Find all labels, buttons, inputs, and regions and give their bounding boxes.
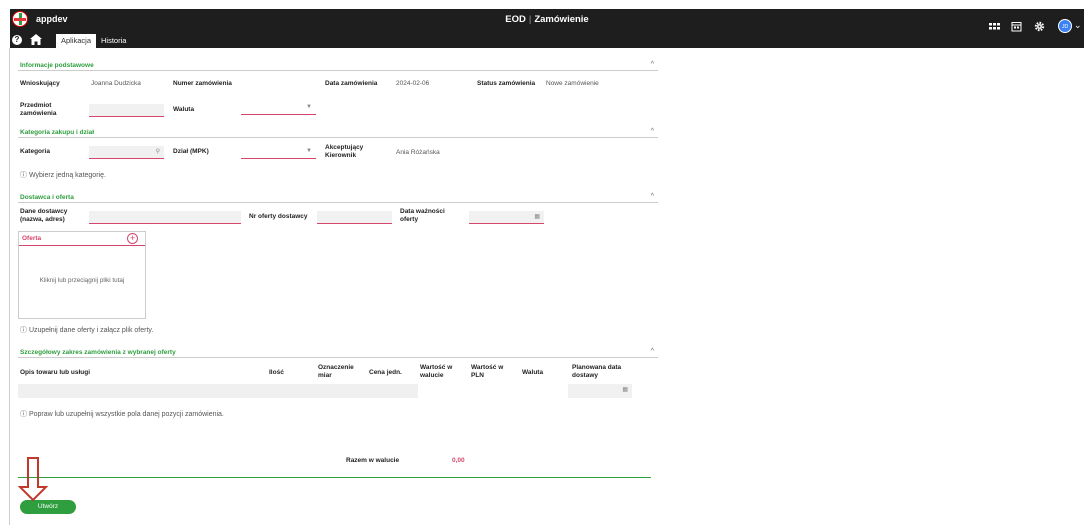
dzial-select[interactable]: ▼: [241, 146, 316, 159]
nr-oferty-label: Nr oferty dostawcy: [249, 213, 308, 220]
akceptujacy-value: Ania Różańska: [396, 149, 440, 156]
data-waznosci-label-line1: Data ważności: [400, 208, 445, 215]
section-title: Szczegółowy zakres zamówienia z wybranej…: [20, 349, 176, 356]
col-wartosc-pln-line1: Wartość w: [471, 364, 504, 371]
create-button[interactable]: Utwórz: [20, 500, 76, 514]
search-icon[interactable]: ⚲: [156, 148, 160, 155]
col-ilosc-text: Ilość: [269, 369, 284, 376]
razem-label: Razem w walucie: [346, 457, 400, 464]
col-waluta: Waluta: [522, 369, 543, 377]
akceptujacy-label: Akceptujący Kierownik: [325, 144, 363, 160]
section-category[interactable]: Kategoria zakupu i dział ^: [18, 128, 658, 138]
chevron-up-icon[interactable]: ^: [651, 61, 654, 68]
supplier-note: ⓘ Uzupełnij dane oferty i załącz plik of…: [20, 327, 154, 334]
razem-value: 0,00: [452, 457, 465, 464]
data-waznosci-input[interactable]: ▦: [469, 211, 544, 224]
add-circle-icon[interactable]: +: [127, 233, 138, 244]
col-wartosc-waluta-line2: walucie: [420, 372, 444, 379]
kategoria-input[interactable]: ⚲: [89, 146, 164, 159]
przedmiot-label-line1: Przedmiot: [20, 102, 52, 109]
status-zamowienia-label: Status zamówienia: [477, 80, 536, 87]
przedmiot-label: Przedmiot zamówienia: [20, 102, 56, 118]
left-border: [9, 48, 10, 525]
calendar-icon[interactable]: ▦: [622, 386, 628, 393]
numer-zamowienia-label: Numer zamówienia: [173, 80, 232, 87]
avatar[interactable]: JD: [1058, 19, 1072, 33]
col-planowana-data-line1: Planowana data: [572, 364, 622, 371]
col-waluta-text: Waluta: [522, 369, 544, 376]
dane-dostawcy-label-line2: (nazwa, adres): [20, 216, 65, 223]
waluta-label: Waluta: [173, 106, 195, 113]
gear-icon[interactable]: [1034, 21, 1045, 32]
col-wartosc-pln-line2: PLN: [471, 372, 484, 379]
section-order-details[interactable]: Szczegółowy zakres zamówienia z wybranej…: [18, 348, 658, 358]
dzial-label: Dział (MPK): [173, 148, 209, 155]
akceptujacy-label-line1: Akceptujący: [325, 144, 364, 151]
dropzone-text[interactable]: Kliknij lub przeciągnij pliki tutaj: [19, 277, 145, 284]
oferta-upload-panel[interactable]: Oferta + Kliknij lub przeciągnij pliki t…: [18, 231, 146, 319]
data-waznosci-label: Data ważności oferty: [400, 208, 445, 224]
home-icon[interactable]: [30, 34, 42, 45]
calendar-icon[interactable]: [1011, 21, 1022, 32]
total-divider: [18, 477, 651, 478]
nr-oferty-input[interactable]: [317, 211, 392, 224]
chevron-up-icon[interactable]: ^: [651, 348, 654, 355]
page-title-view: Zamówienie: [534, 14, 589, 25]
col-cena: Cena jedn.: [369, 369, 402, 377]
col-opis-text: Opis towaru lub usługi: [20, 369, 91, 376]
chevron-down-icon[interactable]: ⌄: [1074, 20, 1082, 31]
tab-aplikacja[interactable]: Aplikacja: [56, 34, 97, 48]
oferta-header: Oferta +: [19, 232, 145, 246]
annotation-arrow-icon: [18, 457, 48, 501]
dane-dostawcy-label: Dane dostawcy (nazwa, adres): [20, 208, 67, 224]
col-opis: Opis towaru lub usługi: [20, 369, 90, 377]
wnioskujacy-value: Joanna Dudzicka: [91, 80, 141, 87]
col-oznaczenie: Oznaczenie miar: [318, 364, 354, 380]
dane-dostawcy-input[interactable]: [89, 211, 241, 224]
chevron-up-icon[interactable]: ^: [651, 128, 654, 135]
section-title: Informacje podstawowe: [20, 62, 94, 69]
section-basic-info[interactable]: Informacje podstawowe ^: [18, 61, 658, 71]
table-row-readonly-cells: [418, 384, 568, 398]
data-waznosci-label-line2: oferty: [400, 216, 419, 223]
col-wartosc-pln: Wartość w PLN: [471, 364, 503, 380]
kategoria-label: Kategoria: [20, 148, 50, 155]
status-zamowienia-value: Nowe zamówienie: [546, 80, 599, 87]
wnioskujacy-label: Wnioskujący: [20, 80, 60, 87]
przedmiot-input[interactable]: [89, 104, 164, 117]
col-planowana-data: Planowana data dostawy: [572, 364, 621, 380]
dropdown-caret-icon: ▼: [306, 148, 312, 154]
dropdown-caret-icon: ▼: [306, 104, 312, 110]
col-cena-text: Cena jedn.: [369, 369, 402, 376]
section-supplier[interactable]: Dostawca i oferta ^: [18, 193, 658, 203]
dane-dostawcy-label-line1: Dane dostawcy: [20, 208, 68, 215]
page-title: EOD | Zamówienie: [10, 14, 1084, 25]
akceptujacy-label-line2: Kierownik: [325, 152, 357, 159]
waluta-select[interactable]: ▼: [241, 102, 316, 115]
col-wartosc-waluta: Wartość w walucie: [420, 364, 452, 380]
page-title-module: EOD: [505, 14, 526, 25]
oferta-title: Oferta: [22, 235, 42, 242]
col-ilosc: Ilość: [269, 369, 284, 377]
col-oznaczenie-line2: miar: [318, 372, 332, 379]
planowana-data-input[interactable]: ▦: [569, 384, 632, 397]
data-zamowienia-value: 2024-02-06: [396, 80, 430, 87]
page-title-separator: |: [528, 14, 532, 25]
col-planowana-data-line2: dostawy: [572, 372, 599, 379]
grid-icon[interactable]: [989, 21, 1000, 32]
section-title: Kategoria zakupu i dział: [20, 129, 95, 136]
data-zamowienia-label: Data zamówienia: [325, 80, 378, 87]
top-bar: appdev EOD | Zamówienie ? Aplikacja Histor…: [10, 9, 1084, 48]
category-note: ⓘ Wybierz jedną kategorię.: [20, 172, 106, 179]
order-details-note: ⓘ Popraw lub uzupełnij wszystkie pola da…: [20, 411, 224, 418]
section-title: Dostawca i oferta: [20, 194, 74, 201]
col-oznaczenie-line1: Oznaczenie: [318, 364, 354, 371]
tab-historia[interactable]: Historia: [96, 34, 131, 48]
calendar-icon[interactable]: ▦: [534, 213, 540, 220]
chevron-up-icon[interactable]: ^: [651, 193, 654, 200]
help-icon[interactable]: ?: [12, 35, 22, 45]
col-wartosc-waluta-line1: Wartość w: [420, 364, 453, 371]
przedmiot-label-line2: zamówienia: [20, 110, 57, 117]
